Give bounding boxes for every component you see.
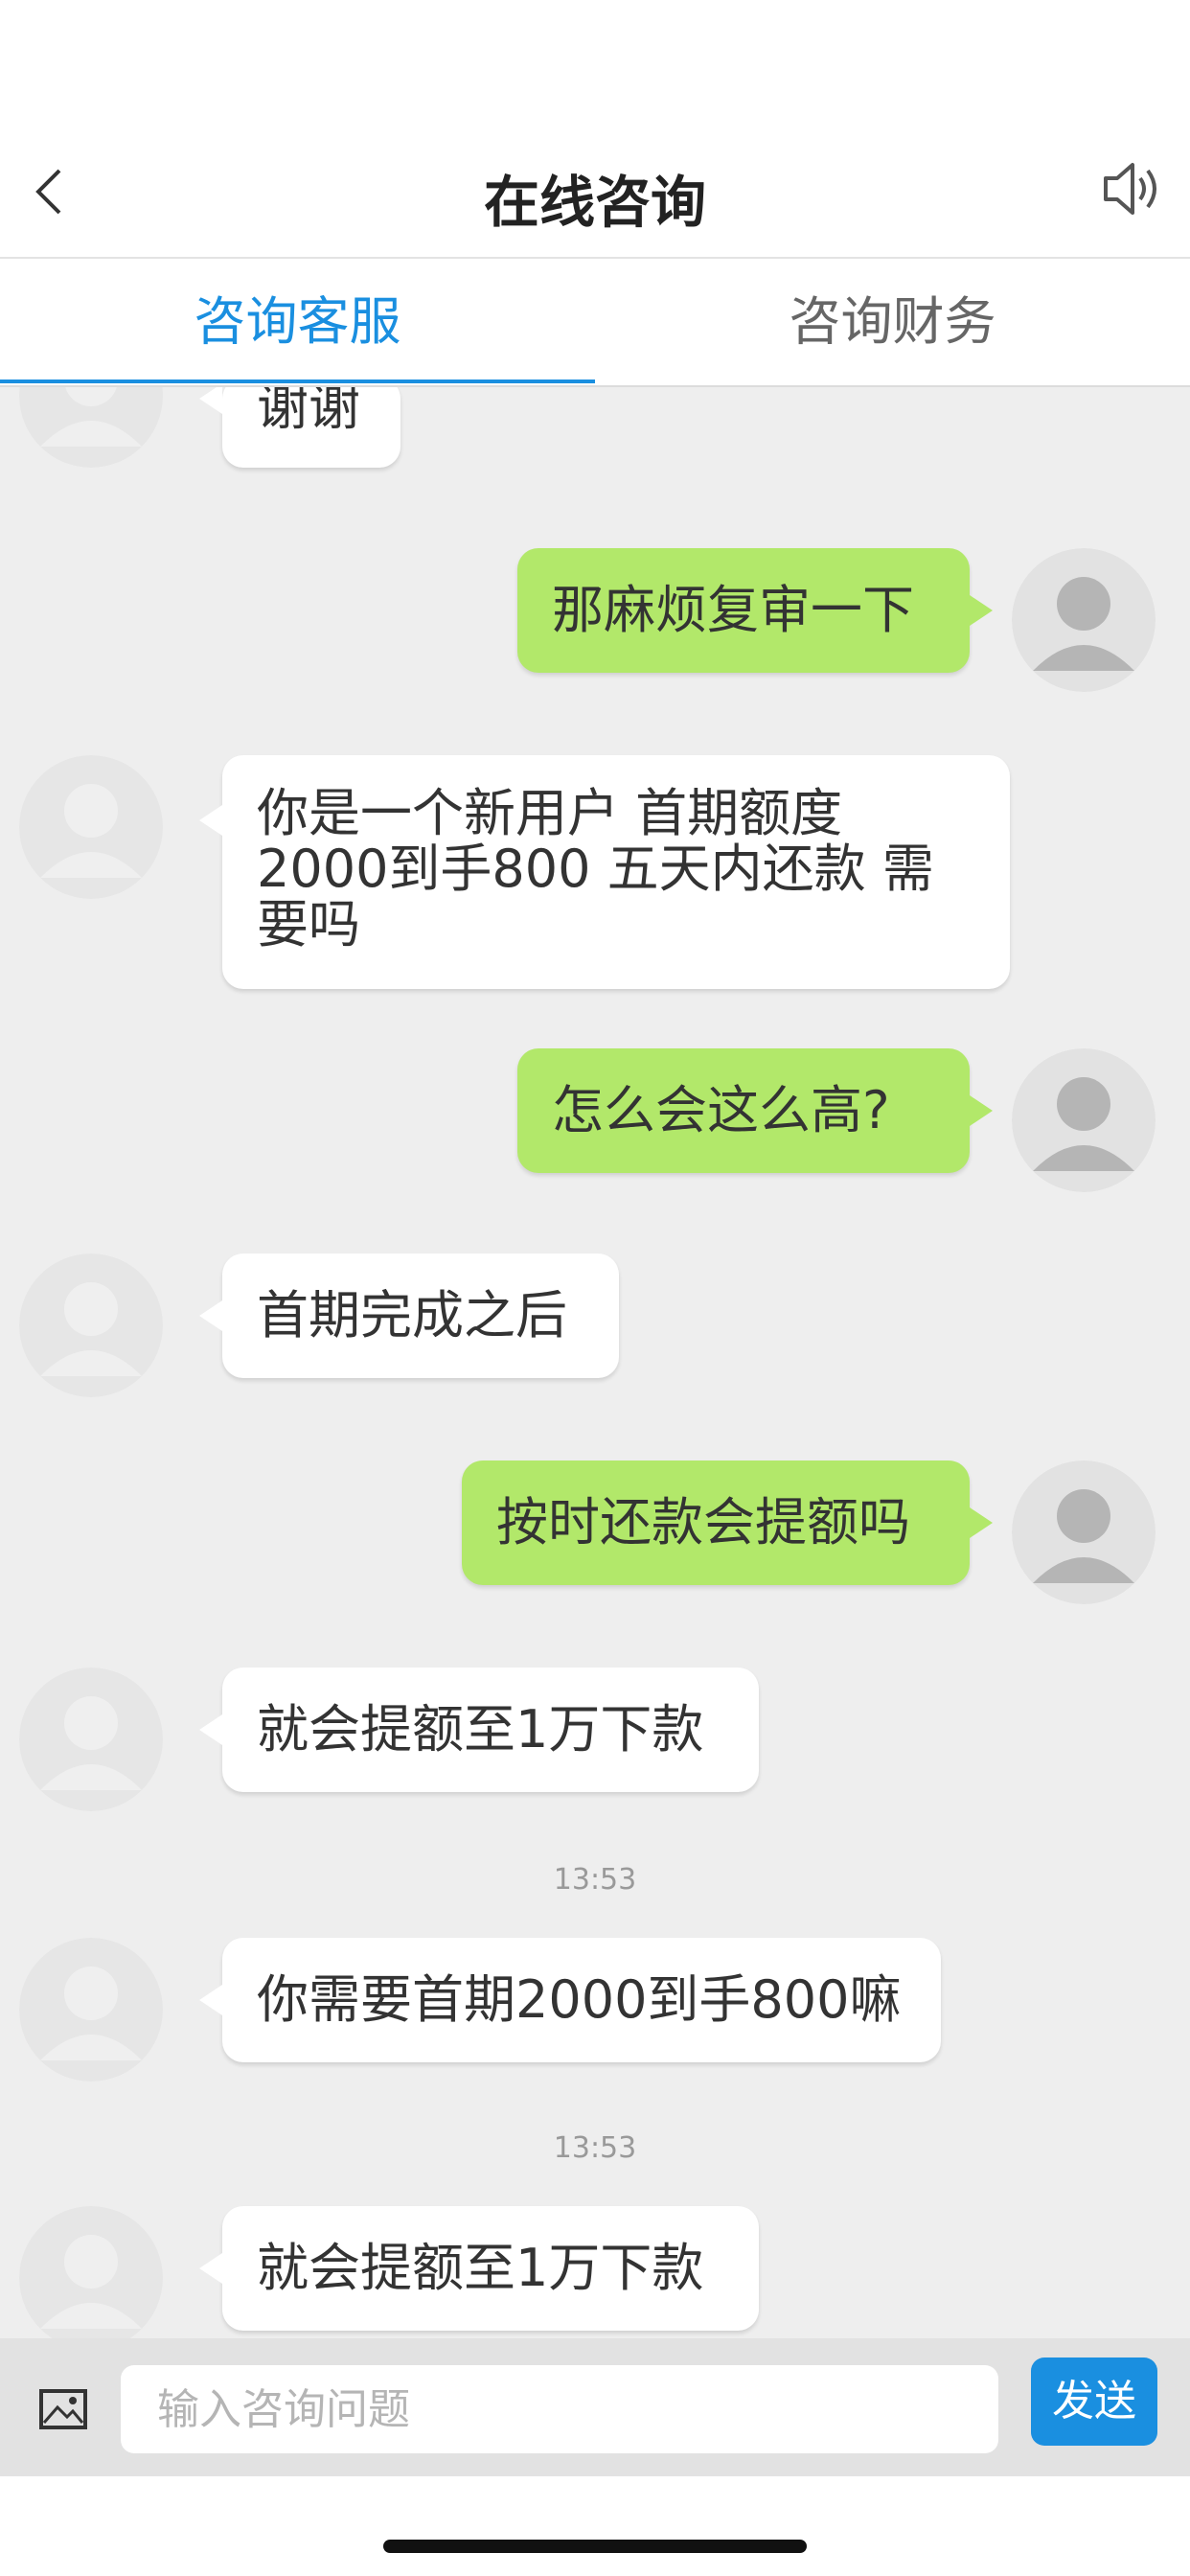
message-bubble: 谢谢 bbox=[199, 387, 400, 468]
user-avatar bbox=[1012, 1460, 1156, 1604]
agent-avatar bbox=[19, 1668, 163, 1811]
message-text: 那麻烦复审一下 bbox=[552, 580, 914, 640]
input-bar: 发送 bbox=[0, 2338, 1190, 2476]
message-text: 就会提额至1万下款 bbox=[257, 1699, 704, 1760]
agent-avatar bbox=[19, 1254, 163, 1397]
user-avatar bbox=[1012, 1048, 1156, 1192]
user-avatar bbox=[1012, 548, 1156, 692]
agent-avatar bbox=[19, 2206, 163, 2338]
message-input[interactable] bbox=[121, 2365, 998, 2453]
page-title: 在线咨询 bbox=[483, 170, 706, 235]
image-icon[interactable] bbox=[38, 2388, 88, 2430]
speaker-icon[interactable] bbox=[1100, 155, 1167, 222]
agent-avatar bbox=[19, 755, 163, 899]
message-bubble: 按时还款会提额吗 bbox=[462, 1460, 993, 1585]
message-text: 首期完成之后 bbox=[257, 1285, 567, 1346]
message-timestamp: 13:53 bbox=[553, 1863, 637, 1897]
message-text: 怎么会这么高? bbox=[552, 1080, 890, 1140]
home-indicator[interactable] bbox=[383, 2540, 807, 2553]
message-bubble: 那麻烦复审一下 bbox=[517, 548, 993, 673]
chat-area[interactable]: 谢谢 那麻烦复审一下 你是一个新用户 首期额度 2000到手800 五天内还款 … bbox=[0, 387, 1190, 2338]
message-text: 你是一个新用户 首期额度 2000到手800 五天内还款 需 要吗 bbox=[257, 783, 934, 954]
message-text: 就会提额至1万下款 bbox=[257, 2238, 704, 2298]
status-bar bbox=[0, 0, 1190, 126]
message-bubble: 就会提额至1万下款 bbox=[199, 2206, 759, 2331]
message-bubble: 你需要首期2000到手800嘛 bbox=[199, 1938, 941, 2062]
message-text: 按时还款会提额吗 bbox=[496, 1492, 910, 1552]
home-area bbox=[0, 2476, 1190, 2576]
tab-consult-service[interactable]: 咨询客服 bbox=[0, 259, 595, 385]
tab-consult-finance[interactable]: 咨询财务 bbox=[595, 259, 1190, 385]
message-bubble: 就会提额至1万下款 bbox=[199, 1668, 759, 1792]
message-timestamp: 13:53 bbox=[553, 2131, 637, 2165]
send-button[interactable]: 发送 bbox=[1031, 2358, 1157, 2446]
message-bubble: 怎么会这么高? bbox=[517, 1048, 993, 1173]
message-bubble: 你是一个新用户 首期额度 2000到手800 五天内还款 需 要吗 bbox=[199, 755, 1010, 989]
message-text: 谢谢 bbox=[257, 387, 360, 437]
message-bubble: 首期完成之后 bbox=[199, 1254, 619, 1378]
tab-bar: 咨询客服 咨询财务 bbox=[0, 259, 1190, 387]
active-tab-indicator bbox=[0, 380, 595, 383]
nav-bar: 在线咨询 bbox=[0, 126, 1190, 259]
agent-avatar bbox=[19, 1938, 163, 2082]
agent-avatar bbox=[19, 387, 163, 468]
message-text: 你需要首期2000到手800嘛 bbox=[257, 1969, 902, 2030]
